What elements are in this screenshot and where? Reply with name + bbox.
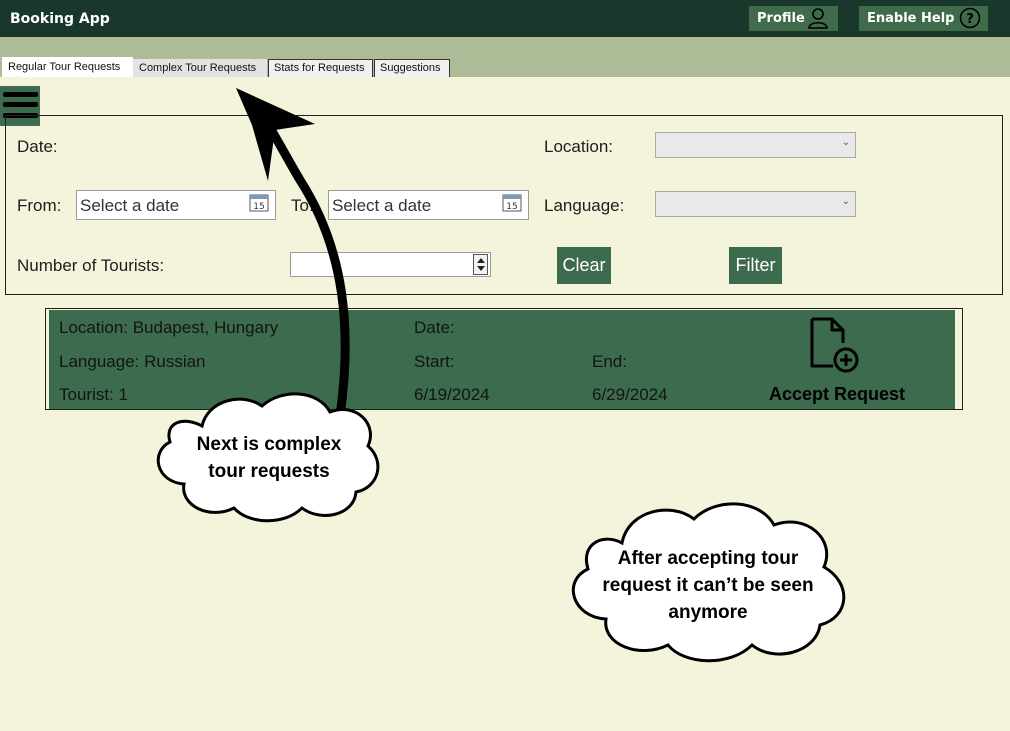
annotation-text-1: Next is complex tour requests xyxy=(196,434,342,482)
annotation-text-2: After accepting tour request it can’t be… xyxy=(602,548,814,623)
annotation-arrow xyxy=(236,88,350,421)
